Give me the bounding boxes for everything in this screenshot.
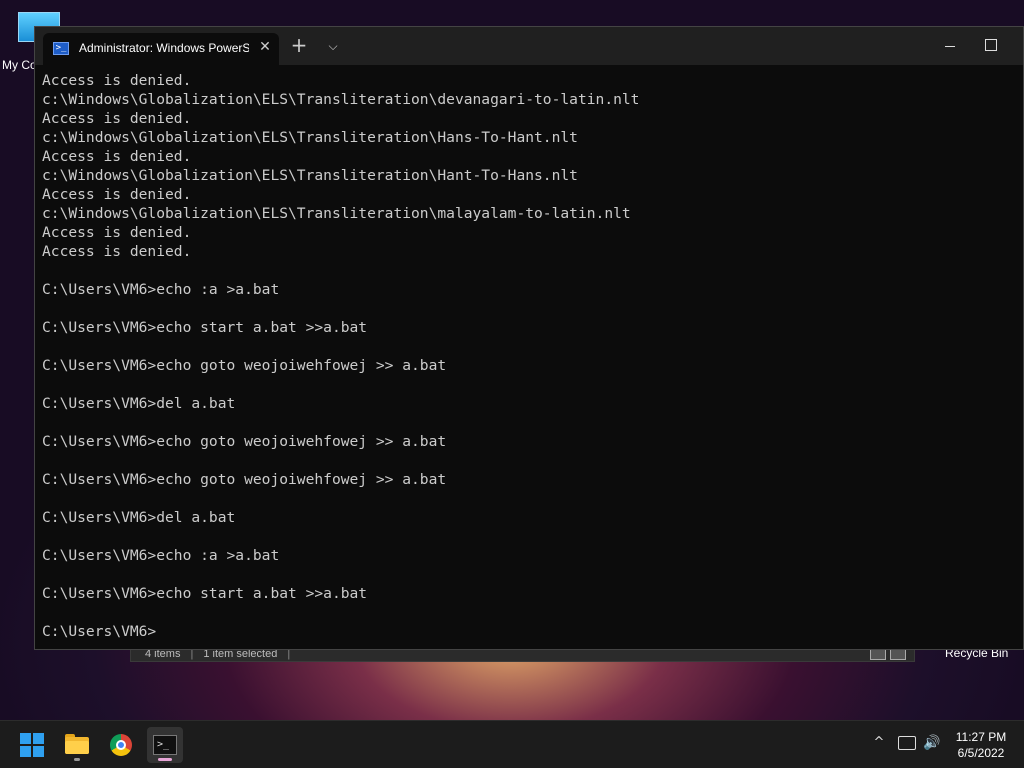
terminal-line: C:\Users\VM6>echo goto weojoiwehfowej >>… bbox=[42, 433, 447, 450]
running-indicator bbox=[74, 758, 80, 761]
minimize-button[interactable] bbox=[941, 37, 961, 57]
terminal-button[interactable]: >_ bbox=[147, 727, 183, 763]
terminal-line: Access is denied. bbox=[42, 110, 192, 127]
tray-overflow-icon[interactable]: ^ bbox=[870, 735, 888, 753]
terminal-line: C:\Users\VM6>echo :a >a.bat bbox=[42, 547, 280, 564]
terminal-line: c:\Windows\Globalization\ELS\Translitera… bbox=[42, 91, 640, 108]
terminal-icon: >_ bbox=[153, 735, 177, 755]
terminal-window: >_ Administrator: Windows PowerS ✕ + ⌵ A… bbox=[34, 26, 1024, 650]
terminal-line: Access is denied. bbox=[42, 224, 192, 241]
terminal-line: C:\Users\VM6> bbox=[42, 623, 157, 640]
file-explorer-button[interactable] bbox=[59, 727, 95, 763]
maximize-button[interactable] bbox=[985, 39, 997, 51]
chevron-down-icon[interactable]: ⌵ bbox=[323, 37, 343, 55]
tab-close-icon[interactable]: ✕ bbox=[257, 39, 273, 55]
taskbar: >_ ^ 🔊 11:27 PM 6/5/2022 bbox=[0, 720, 1024, 768]
clock[interactable]: 11:27 PM 6/5/2022 bbox=[946, 729, 1016, 763]
terminal-line: C:\Users\VM6>echo goto weojoiwehfowej >>… bbox=[42, 471, 447, 488]
terminal-line: C:\Users\VM6>del a.bat bbox=[42, 509, 236, 526]
terminal-line: Access is denied. bbox=[42, 148, 192, 165]
terminal-line: C:\Users\VM6>echo goto weojoiwehfowej >>… bbox=[42, 357, 447, 374]
desktop-icon-label: My Co bbox=[2, 58, 37, 72]
terminal-output[interactable]: Access is denied. c:\Windows\Globalizatio… bbox=[42, 71, 1017, 647]
powershell-icon: >_ bbox=[53, 42, 69, 55]
network-icon[interactable] bbox=[898, 736, 916, 750]
terminal-line: C:\Users\VM6>echo start a.bat >>a.bat bbox=[42, 319, 368, 336]
volume-icon[interactable]: 🔊 bbox=[922, 733, 942, 753]
terminal-line: Access is denied. bbox=[42, 186, 192, 203]
chrome-button[interactable] bbox=[103, 727, 139, 763]
tab-powershell[interactable]: >_ Administrator: Windows PowerS ✕ bbox=[43, 33, 279, 65]
clock-date: 6/5/2022 bbox=[957, 746, 1005, 760]
terminal-line: C:\Users\VM6>del a.bat bbox=[42, 395, 236, 412]
terminal-line: C:\Users\VM6>echo start a.bat >>a.bat bbox=[42, 585, 368, 602]
terminal-line: c:\Windows\Globalization\ELS\Translitera… bbox=[42, 129, 578, 146]
active-indicator bbox=[158, 758, 172, 761]
new-tab-button[interactable]: + bbox=[289, 35, 309, 57]
clock-time: 11:27 PM bbox=[955, 730, 1007, 744]
terminal-line: c:\Windows\Globalization\ELS\Translitera… bbox=[42, 167, 578, 184]
terminal-line: c:\Windows\Globalization\ELS\Translitera… bbox=[42, 205, 631, 222]
start-button[interactable] bbox=[14, 727, 50, 763]
terminal-line: Access is denied. bbox=[42, 72, 192, 89]
terminal-line: C:\Users\VM6>echo :a >a.bat bbox=[42, 281, 280, 298]
windows-logo-icon bbox=[20, 733, 31, 744]
tab-title: Administrator: Windows PowerS bbox=[79, 41, 249, 55]
terminal-titlebar[interactable]: >_ Administrator: Windows PowerS ✕ + ⌵ bbox=[35, 27, 1023, 65]
terminal-line: Access is denied. bbox=[42, 243, 192, 260]
